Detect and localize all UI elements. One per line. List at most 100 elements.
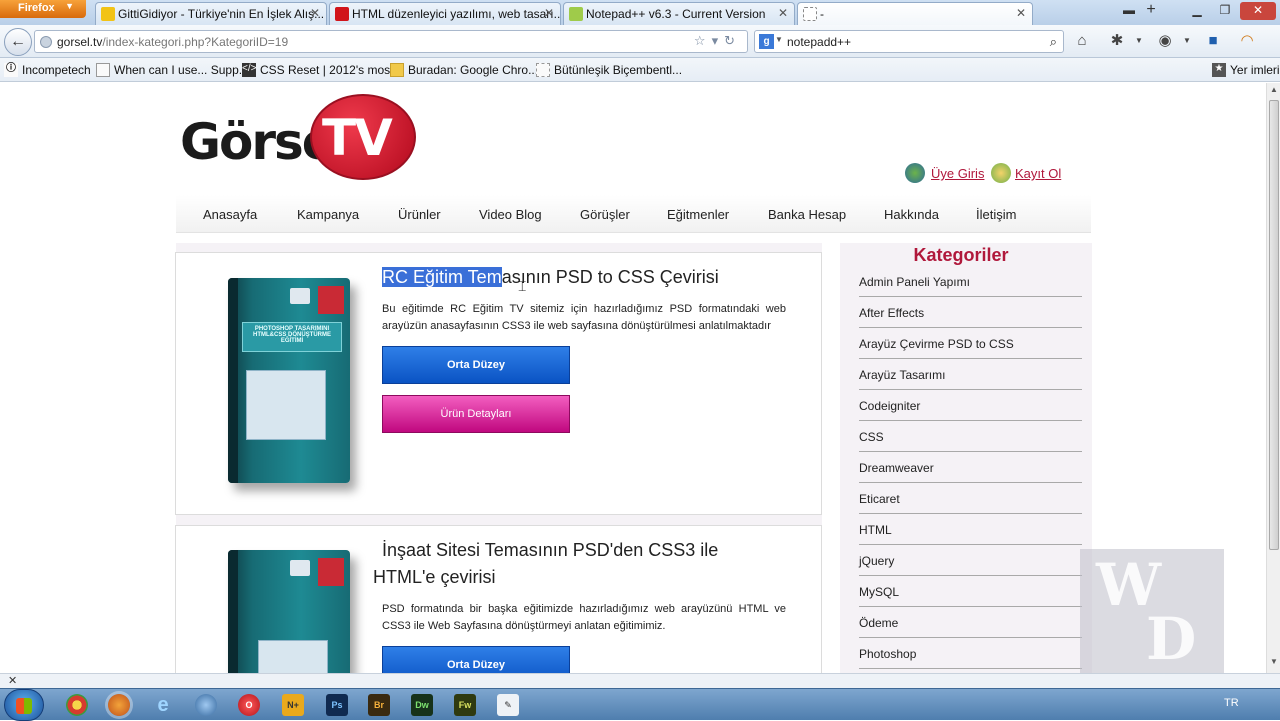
vertical-scrollbar[interactable]: ▲ ▼ [1266, 83, 1280, 673]
internet-explorer-icon[interactable]: e [152, 694, 174, 716]
close-tab-icon[interactable]: ✕ [1016, 6, 1026, 20]
search-icon[interactable]: ⌕ [1050, 34, 1057, 50]
category-mysql[interactable]: MySQL [859, 576, 1082, 607]
home-icon[interactable]: ⌂ [1073, 32, 1091, 50]
tab-current[interactable]: - ✕ [797, 2, 1033, 25]
menu-item-video-blog[interactable]: Video Blog [479, 207, 542, 222]
scroll-down-icon[interactable]: ▼ [1267, 657, 1280, 671]
chevron-down-icon[interactable]: ▼ [1178, 32, 1196, 50]
adobe-favicon-icon [335, 7, 349, 21]
level-button[interactable]: Orta Düzey [382, 646, 570, 673]
chrome-icon[interactable] [66, 694, 88, 716]
course-card: İnşaat Sitesi Temasının PSD'den CSS3 ile… [175, 525, 822, 673]
opera-icon[interactable]: O [238, 694, 260, 716]
chevron-down-icon[interactable]: ▼ [1130, 32, 1148, 50]
back-button[interactable]: ← [4, 28, 32, 56]
category-odeme[interactable]: Ödeme [859, 607, 1082, 638]
addon-icon[interactable]: ✱ [1108, 32, 1126, 50]
tab-html-editor[interactable]: HTML düzenleyici yazılımı, web tasarı...… [329, 2, 561, 25]
menu-item-urunler[interactable]: Ürünler [398, 207, 441, 222]
tab-gittigidiyor[interactable]: GittiGidiyor - Türkiye'nin En İşlek Alış… [95, 2, 327, 25]
bookmark-caniuse[interactable]: When can I use... Supp... [96, 63, 249, 77]
media-icon [290, 560, 310, 576]
category-dreamweaver[interactable]: Dreamweaver [859, 452, 1082, 483]
tab-title: GittiGidiyor - Türkiye'nin En İşlek Alış… [118, 7, 325, 21]
globe-icon[interactable] [195, 694, 217, 716]
photoshop-icon[interactable]: Ps [326, 694, 348, 716]
category-jquery[interactable]: jQuery [859, 545, 1082, 576]
gittigidiyor-favicon-icon [101, 7, 115, 21]
bookmark-google-chrome[interactable]: Buradan: Google Chro... [390, 63, 538, 77]
product-details-button[interactable]: Ürün Detayları [382, 395, 570, 433]
tab-notepadpp[interactable]: Notepad++ v6.3 - Current Version ✕ [563, 2, 795, 25]
new-tab-icon[interactable]: + [1142, 2, 1160, 20]
category-css[interactable]: CSS [859, 421, 1082, 452]
minimize-icon[interactable]: ▁ [1184, 2, 1210, 20]
category-codeigniter[interactable]: Codeigniter [859, 390, 1082, 421]
tab-groups-icon[interactable]: ▬ [1120, 2, 1138, 20]
restore-icon[interactable]: ❐ [1212, 2, 1238, 20]
google-search-engine-icon[interactable]: g [759, 34, 774, 49]
language-indicator[interactable]: TR [1224, 697, 1239, 709]
menu-item-kampanya[interactable]: Kampanya [297, 207, 359, 222]
menu-item-hakkinda[interactable]: Hakkında [884, 207, 939, 222]
dreamweaver-icon[interactable]: Dw [411, 694, 433, 716]
address-bar[interactable]: gorsel.tv/index-kategori.php?KategoriID=… [34, 30, 748, 53]
notepadpp-icon[interactable]: N+ [282, 694, 304, 716]
bookmark-star-icon[interactable]: ☆▾↻ [694, 33, 741, 49]
course-box-image[interactable]: PHOTOSHOP TASARIMINI HTML&CSS DÖNÜŞTÜRME… [228, 278, 350, 483]
box-title-band: PHOTOSHOP TASARIMINI HTML&CSS DÖNÜŞTÜRME… [242, 322, 342, 352]
category-psd-to-css[interactable]: Arayüz Çevirme PSD to CSS [859, 328, 1082, 359]
scrollbar-thumb[interactable] [1269, 100, 1279, 550]
course-title-line2[interactable]: HTML'e çevirisi [373, 567, 495, 588]
site-identity-icon[interactable] [40, 36, 52, 48]
menu-item-gorusler[interactable]: Görüşler [580, 207, 630, 222]
notepad-icon[interactable]: ✎ [497, 694, 519, 716]
close-tab-icon[interactable]: ✕ [778, 6, 788, 20]
course-box-image[interactable] [228, 550, 350, 673]
close-window-icon[interactable]: ✕ [1240, 2, 1276, 20]
website-screenshot-icon [258, 640, 328, 673]
bridge-icon[interactable]: Br [368, 694, 390, 716]
menu-item-anasayfa[interactable]: Anasayfa [203, 207, 257, 222]
close-find-bar-icon[interactable]: ✕ [8, 674, 17, 687]
search-box[interactable]: g ▼ notepadd++ ⌕ [754, 30, 1064, 53]
firefox-icon[interactable] [108, 694, 130, 716]
url-path: /index-kategori.php?KategoriID=19 [102, 35, 289, 49]
start-button[interactable] [4, 689, 44, 721]
search-input-value: notepadd++ [787, 35, 852, 49]
category-html[interactable]: HTML [859, 514, 1082, 545]
course-title[interactable]: RC Eğitim Temasının PSD to CSS Çevirisi [382, 267, 719, 288]
close-tab-icon[interactable]: ✕ [310, 6, 320, 20]
menu-item-egitmenler[interactable]: Eğitmenler [667, 207, 729, 222]
star-icon: ★ [1212, 63, 1226, 77]
scroll-up-icon[interactable]: ▲ [1267, 85, 1280, 99]
rainbow-extension-icon[interactable]: ◠ [1238, 32, 1256, 50]
extension-icon[interactable]: ◉ [1156, 32, 1174, 50]
course-description: Bu eğitimde RC Eğitim TV sitemiz için ha… [382, 303, 786, 332]
course-title[interactable]: İnşaat Sitesi Temasının PSD'den CSS3 ile [382, 540, 718, 561]
bookmarks-menu[interactable]: ★ Yer imleri [1212, 63, 1280, 77]
login-link[interactable]: Üye Giris [931, 166, 984, 181]
menu-item-iletisim[interactable]: İletişim [976, 207, 1016, 222]
register-link[interactable]: Kayıt Ol [1015, 166, 1061, 181]
toolbar-app-icon[interactable]: ■ [1204, 32, 1222, 50]
menu-item-banka-hesap[interactable]: Banka Hesap [768, 207, 846, 222]
category-eticaret[interactable]: Eticaret [859, 483, 1082, 514]
find-bar: ✕ [0, 673, 1280, 688]
site-logo[interactable]: Görsel TV [180, 93, 420, 183]
fireworks-icon[interactable]: Fw [454, 694, 476, 716]
bookmark-butunlesik[interactable]: Bütünleşik Biçembentl... [536, 63, 682, 77]
category-after-effects[interactable]: After Effects [859, 297, 1082, 328]
level-button[interactable]: Orta Düzey [382, 346, 570, 384]
selected-text: RC Eğitim Tem [382, 267, 502, 287]
category-photoshop[interactable]: Photoshop [859, 638, 1082, 669]
bookmark-css-reset[interactable]: </> CSS Reset | 2012's mos... [242, 63, 400, 77]
category-arayuz-tasarimi[interactable]: Arayüz Tasarımı [859, 359, 1082, 390]
bookmark-label: Buradan: Google Chro... [408, 63, 539, 77]
close-tab-icon[interactable]: ✕ [544, 6, 554, 20]
firefox-menu-button[interactable]: Firefox ▼ [0, 0, 86, 18]
category-admin-paneli[interactable]: Admin Paneli Yapımı [859, 266, 1082, 297]
bookmark-incompetech[interactable]: ⓘ Incompetech [4, 63, 91, 77]
chevron-down-icon[interactable]: ▼ [775, 35, 783, 44]
